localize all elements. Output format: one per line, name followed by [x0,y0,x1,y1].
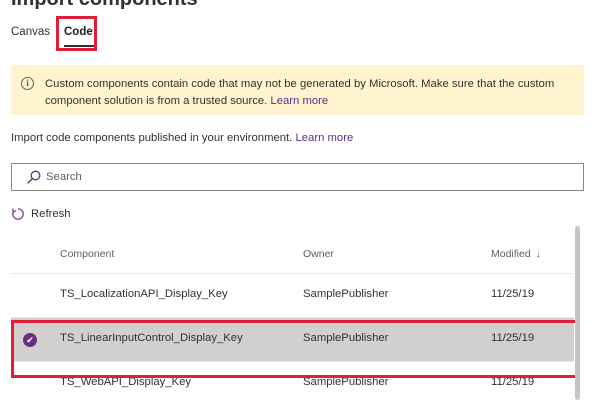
refresh-button[interactable]: Refresh [11,207,71,221]
checkmark-icon[interactable]: ✔ [23,333,37,347]
notice-text: Custom components contain code that may … [45,76,574,110]
table-row-selected[interactable]: ✔ TS_LinearInputControl_Display_Key Samp… [11,318,574,362]
column-header-modified-label: Modified [491,248,531,260]
tab-code[interactable]: Code [64,26,93,38]
row-component: TS_WebAPI_Display_Key [60,376,192,388]
warning-notice: i Custom components contain code that ma… [11,65,584,115]
tab-canvas[interactable]: Canvas [11,26,50,38]
row-modified: 11/25/19 [491,376,535,388]
row-component: TS_LocalizationAPI_Display_Key [60,288,228,300]
row-component: TS_LinearInputControl_Display_Key [60,332,243,344]
components-table: Component Owner Modified ↓ TS_Localizatio… [11,234,574,400]
description-learn-more-link[interactable]: Learn more [295,132,353,144]
row-modified: 11/25/19 [491,288,535,300]
row-owner: SamplePublisher [303,332,389,344]
scrollbar-thumb[interactable] [575,226,580,400]
description-text: Import code components published in your… [11,132,293,144]
notice-learn-more-link[interactable]: Learn more [270,95,328,107]
table-row[interactable]: TS_WebAPI_Display_Key SamplePublisher 11… [11,362,574,400]
table-scrollbar[interactable] [574,226,582,400]
column-header-component[interactable]: Component [60,248,114,260]
column-header-modified[interactable]: Modified ↓ [491,248,541,260]
row-owner: SamplePublisher [303,288,389,300]
tab-selected-indicator [64,45,94,47]
search-box[interactable] [11,163,584,191]
row-owner: SamplePublisher [303,376,389,388]
page-title: Import components [11,0,198,11]
table-header: Component Owner Modified ↓ [11,234,574,274]
import-description: Import code components published in your… [11,132,353,144]
info-icon: i [21,77,34,90]
refresh-icon [11,207,25,221]
table-row[interactable]: TS_LocalizationAPI_Display_Key SamplePub… [11,274,574,318]
column-header-owner[interactable]: Owner [303,248,334,260]
row-modified: 11/25/19 [491,332,535,344]
refresh-label: Refresh [31,208,71,220]
search-icon [26,169,42,185]
search-input[interactable] [46,171,546,183]
sort-down-icon: ↓ [535,249,541,260]
